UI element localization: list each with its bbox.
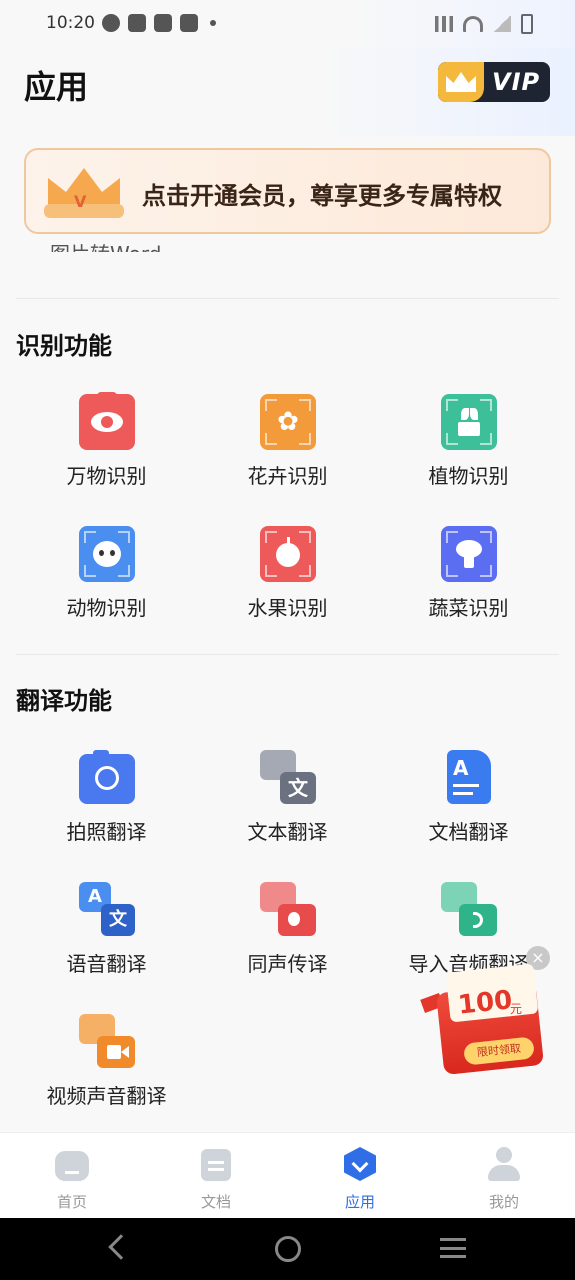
red-packet-promo[interactable]: × 100 元 限时领取 — [418, 944, 553, 1076]
profile-icon — [487, 1147, 521, 1181]
more-notifications-icon — [210, 20, 216, 26]
vibrate-icon — [435, 16, 453, 32]
tab-label: 文档 — [200, 1193, 231, 1211]
bottom-tab-bar: 首页 文档 应用 我的 — [0, 1132, 575, 1218]
vegetable-icon — [441, 526, 497, 582]
wifi-icon — [463, 16, 483, 32]
app-item-fruit-recognition[interactable]: 水果识别 — [197, 526, 378, 646]
app-item-photo-translate[interactable]: 拍照翻译 — [16, 750, 197, 870]
app-item-label: 动物识别 — [66, 596, 147, 620]
divider — [16, 298, 559, 299]
flower-icon: ✿ — [260, 394, 316, 450]
home-button-icon[interactable] — [275, 1236, 301, 1262]
app-item-text-translate[interactable]: 文 文本翻译 — [197, 750, 378, 870]
system-navigation-bar — [0, 1218, 575, 1280]
document-translate-icon: A — [441, 750, 497, 806]
tab-label: 应用 — [344, 1193, 375, 1211]
app-item-voice-translate[interactable]: A 文 语音翻译 — [16, 882, 197, 1002]
shopping-bag-icon — [180, 14, 198, 32]
app-item-label: 蔬菜识别 — [428, 596, 509, 620]
tab-profile[interactable]: 我的 — [432, 1143, 575, 1213]
banner-text: 点击开通会员，尊享更多专属特权 — [142, 182, 502, 210]
panda-icon — [79, 526, 135, 582]
tab-documents[interactable]: 文档 — [144, 1143, 288, 1213]
partial-list-item[interactable]: 图片转Word — [50, 238, 161, 252]
tab-label: 我的 — [488, 1193, 519, 1211]
app-item-label: 花卉识别 — [247, 464, 328, 488]
tab-label: 首页 — [56, 1193, 87, 1211]
app-item-video-translate[interactable]: 视频声音翻译 — [16, 1014, 197, 1134]
app-item-document-translate[interactable]: A 文档翻译 — [378, 750, 559, 870]
status-bar: 10:20 — [0, 0, 575, 48]
red-packet-amount: 100 — [456, 985, 514, 1021]
app-item-label: 视频声音翻译 — [46, 1084, 167, 1108]
app-item-label: 文档翻译 — [428, 820, 509, 844]
notification-icons — [102, 14, 216, 32]
apple-icon — [260, 526, 316, 582]
app-item-label: 植物识别 — [428, 464, 509, 488]
recent-apps-icon[interactable] — [440, 1238, 466, 1258]
battery-icon — [521, 14, 533, 34]
app-item-label: 文本翻译 — [247, 820, 328, 844]
app-item-label: 拍照翻译 — [66, 820, 147, 844]
app-item-simultaneous-interpretation[interactable]: 同声传译 — [197, 882, 378, 1002]
app-item-label: 语音翻译 — [66, 952, 147, 976]
app-item-label: 水果识别 — [247, 596, 328, 620]
tab-home[interactable]: 首页 — [0, 1143, 144, 1213]
tab-apps[interactable]: 应用 — [288, 1143, 432, 1213]
app-item-vegetable-recognition[interactable]: 蔬菜识别 — [378, 526, 559, 646]
camera-translate-icon — [79, 750, 135, 806]
app-notification-icon — [102, 14, 120, 32]
app-item-flower-recognition[interactable]: ✿ 花卉识别 — [197, 394, 378, 514]
vip-label: VIP — [492, 68, 541, 96]
vip-button[interactable]: VIP — [438, 62, 550, 102]
eye-icon — [79, 392, 135, 450]
membership-banner[interactable]: V 点击开通会员，尊享更多专属特权 — [24, 148, 551, 234]
document-icon — [199, 1147, 233, 1181]
crown-icon — [446, 72, 476, 92]
simultaneous-interpretation-icon — [260, 882, 316, 938]
section-title-recognition: 识别功能 — [16, 332, 112, 360]
app-item-animal-recognition[interactable]: 动物识别 — [16, 526, 197, 646]
text-translate-icon: 文 — [260, 750, 316, 806]
plant-icon — [441, 394, 497, 450]
shopping-bag-icon — [128, 14, 146, 32]
back-icon[interactable] — [108, 1234, 134, 1260]
apps-icon — [343, 1147, 377, 1181]
app-item-label: 同声传译 — [247, 952, 328, 976]
page-title: 应用 — [24, 68, 89, 106]
crown-icon: V — [44, 164, 124, 222]
red-packet-unit: 元 — [510, 1002, 523, 1016]
status-time: 10:20 — [46, 13, 95, 33]
audio-import-translate-icon — [441, 882, 497, 938]
system-icons — [435, 14, 533, 34]
divider — [16, 654, 559, 655]
app-item-object-recognition[interactable]: 万物识别 — [16, 392, 197, 514]
section-title-translation: 翻译功能 — [16, 687, 112, 715]
video-translate-icon — [79, 1014, 135, 1070]
home-icon — [55, 1147, 89, 1181]
page-header: 应用 VIP — [0, 48, 575, 136]
app-item-label: 万物识别 — [66, 464, 147, 488]
shopping-bag-icon — [154, 14, 172, 32]
voice-translate-icon: A 文 — [79, 882, 135, 938]
signal-icon — [493, 16, 511, 32]
app-item-plant-recognition[interactable]: 植物识别 — [378, 394, 559, 514]
